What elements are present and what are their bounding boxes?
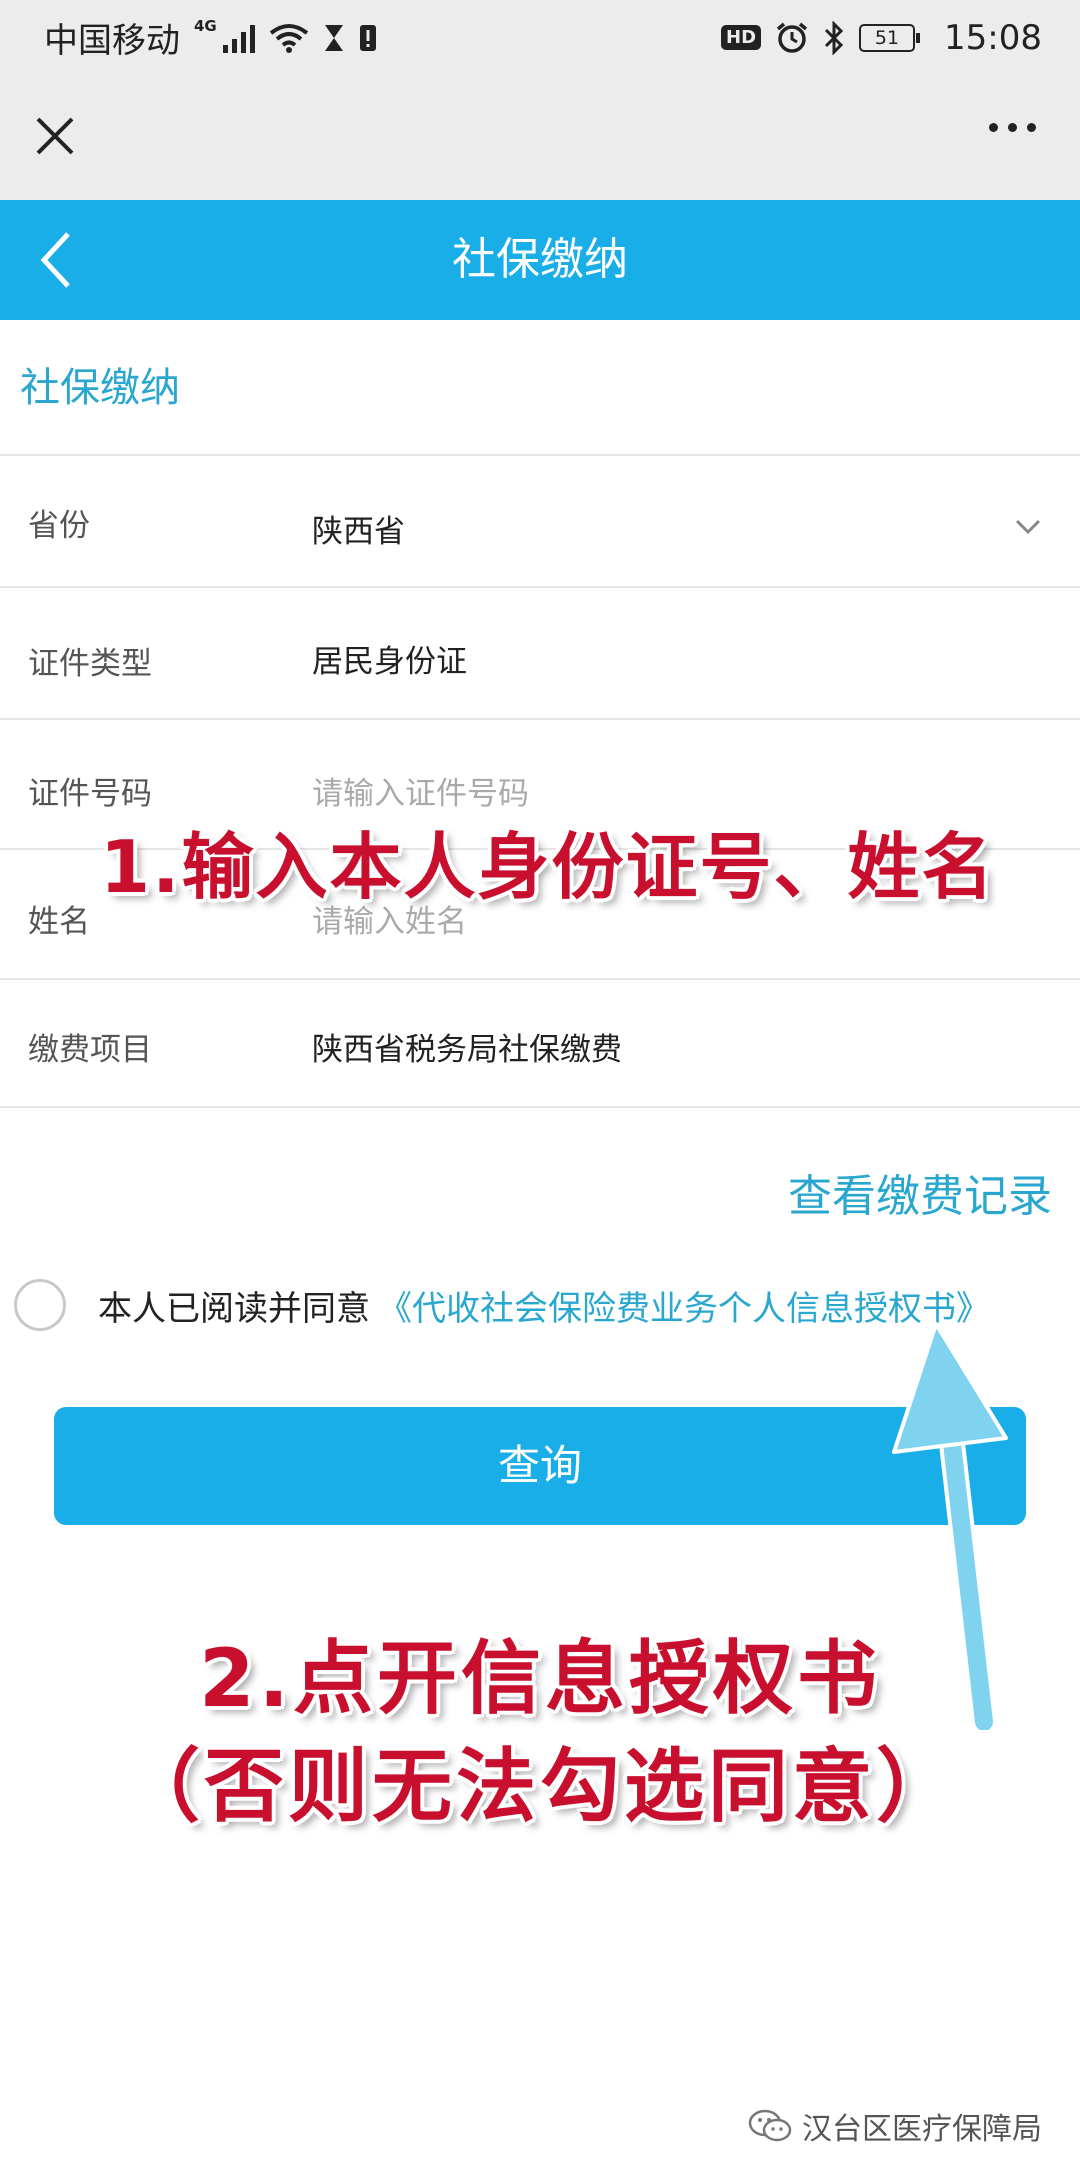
province-row[interactable]: 省份 陕西省 [0,456,1080,588]
step2-annotation: 2.点开信息授权书 [198,1632,882,1725]
battery-level: 51 [859,23,916,52]
chevron-down-icon[interactable] [1014,512,1042,540]
network-type: 4G [194,17,217,35]
id-type-value[interactable]: 居民身份证 [312,636,467,681]
province-select[interactable]: 陕西省 [312,506,405,551]
province-label: 省份 [28,508,90,544]
item-label: 缴费项目 [28,1032,152,1068]
item-value: 陕西省税务局社保缴费 [312,1032,622,1068]
hd-badge: HD [721,25,762,50]
more-icon[interactable] [989,123,1036,132]
id-type-label: 证件类型 [28,646,152,682]
carrier-name: 中国移动 [44,21,180,61]
agreement-row: 本人已阅读并同意 《代收社会保险费业务个人信息授权书》 [14,1275,990,1335]
hourglass-icon [324,24,343,51]
page-title: 社保缴纳 [452,234,628,285]
agree-radio[interactable] [14,1279,66,1331]
item-row[interactable]: 缴费项目 陕西省税务局社保缴费 [0,980,1080,1108]
title-bar: 社保缴纳 [0,200,1080,320]
agreement-text: 本人已阅读并同意 [98,1288,370,1329]
browser-bar [0,75,1080,200]
close-icon[interactable] [34,115,76,157]
section-heading: 社保缴纳 [0,320,1080,456]
wechat-icon [748,2109,792,2142]
signal-icon [222,23,255,53]
alarm-icon [776,22,808,53]
watermark: 汉台区医疗保障局 [748,2104,1042,2148]
bluetooth-icon [824,20,844,55]
name-label: 姓名 [28,904,90,940]
section-title: 社保缴纳 [20,365,180,411]
id-number-label: 证件号码 [28,776,152,812]
step1-annotation: 1.输入本人身份证号、姓名 [100,825,996,909]
id-type-row[interactable]: 证件类型 居民身份证 [0,588,1080,720]
wifi-icon [269,23,308,53]
id-number-input[interactable]: 请输入证件号码 [312,768,529,813]
clock: 15:08 [944,17,1042,58]
step2-note: （否则无法勾选同意） [120,1740,960,1833]
alert-icon [359,24,376,51]
status-bar: 中国移动 4G HD 51 15:08 [0,0,1080,75]
battery-icon: 51 [859,23,921,52]
view-records-link[interactable]: 查看缴费记录 [788,1160,1052,1224]
account-name: 汉台区医疗保障局 [802,2112,1042,2147]
